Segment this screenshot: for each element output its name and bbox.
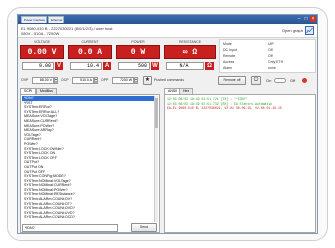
voltage-unit: V [51,48,57,57]
graph-icon[interactable] [305,26,314,35]
scrollbar-thumb[interactable] [155,98,158,128]
command-list-scrollbar[interactable] [154,96,158,222]
tab-power-interface[interactable]: Power Interface [21,16,47,23]
voltage-value: 0.00 [27,48,47,57]
status-value: Off [268,48,273,52]
current-unit: A [97,48,103,57]
remote-off-button[interactable]: Remote off [218,76,246,85]
voltage-readout: 0.00 V [20,45,64,59]
resistance-label: RESISTANCE [178,40,202,44]
output-indicator [302,78,307,83]
voltage-set-unit: V [55,62,63,70]
current-set-unit: A [103,62,111,70]
pushed-commands-label[interactable]: Pushed commands [154,76,184,85]
status-name: DC Input [223,48,237,52]
voltage-label: VOLTAGE [33,40,50,44]
status-value: Off [268,54,273,58]
current-set-input[interactable]: 10.4 [70,62,102,70]
device-header: EL 9080-510 B - 2227030021 (8/0/1/2/3) /… [18,24,317,38]
power-label: POWER [131,40,145,44]
log-panel: 12:03 08/02 1A:49 02:51.721 [TX] : "*IDN… [164,94,316,233]
opp-stepper[interactable]: ▴ ▾ [134,77,138,84]
power-value: 0 [130,48,136,57]
ocp-input[interactable]: 510.0 A [72,77,94,84]
opp-input[interactable]: 7200 W [112,77,134,84]
send-button[interactable]: Send [131,223,157,232]
power-readout: 0 W [116,45,160,59]
on-off-toggle[interactable] [274,78,286,83]
open-graph-label[interactable]: Open graph [282,28,303,33]
power-unit: W [140,48,146,57]
status-value: none [268,66,276,70]
list-item[interactable]: SYSTem:ALARm:COUNt:OCD? [22,215,154,220]
command-list: *IDN? *RST SYSTem:ERRor? SYSTem:ERRor:AL… [22,96,154,222]
current-value: 0.0 [77,48,93,57]
star-icon[interactable]: ★ [143,76,152,85]
title-bar: Power Interface Ethernet – □ × [18,15,317,24]
status-value: Only ETH [268,60,284,64]
scpi-panel: *IDN? *RST SYSTem:ERRor? SYSTem:ERRor:AL… [20,94,160,233]
power-set-unit: W [151,62,159,70]
resistance-value: ∞ [182,48,188,57]
tab-ethernet[interactable]: Ethernet [48,16,64,23]
status-name: Alarm [223,66,233,70]
ocp-label: OCP [61,78,69,82]
resistance-set-input[interactable]: N/A [166,62,204,70]
device-rating: 080V - 510A - 7200W [21,31,60,36]
status-panel: Mode UIP DC Input Off Remote Off Access … [219,39,316,73]
app-window: Power Interface Ethernet – □ × EL 9080-5… [17,14,318,234]
log-output: 12:03 08/02 1A:49 02:51.721 [TX] : "*IDN… [167,97,282,111]
resistance-readout: ∞ Ω [164,45,216,59]
resistance-unit: Ω [192,48,198,57]
close-icon[interactable]: × [310,16,316,22]
opp-label: OPP [101,78,109,82]
status-name: Mode [223,42,232,46]
on-radio-label[interactable]: On [266,76,271,85]
status-name: Remote [223,54,236,58]
current-readout: 0.0 A [68,45,112,59]
minimize-icon[interactable]: – [296,16,302,22]
current-label: CURRENT [81,40,99,44]
ovp-stepper[interactable]: ▴ ▾ [54,77,58,84]
voltage-set-input[interactable]: 9.00 [22,62,54,70]
status-value: UIP [268,42,274,46]
resistance-set-unit: Ω [205,62,214,70]
command-input[interactable]: *IDN? [22,224,118,232]
maximize-icon[interactable]: □ [303,16,309,22]
off-radio-label[interactable]: Off [290,76,295,85]
ocp-stepper[interactable]: ▴ ▾ [94,77,98,84]
status-name: Access [223,60,235,64]
ovp-input[interactable]: 88.00 V [32,77,54,84]
ovp-label: OVP [21,78,29,82]
log-line: EA-EL 9080-510 B, 2227030021, V2.01 30.0… [167,106,282,110]
power-toggle-icon[interactable]: ⏻ [251,76,261,85]
power-set-input[interactable]: 500 [118,62,150,70]
